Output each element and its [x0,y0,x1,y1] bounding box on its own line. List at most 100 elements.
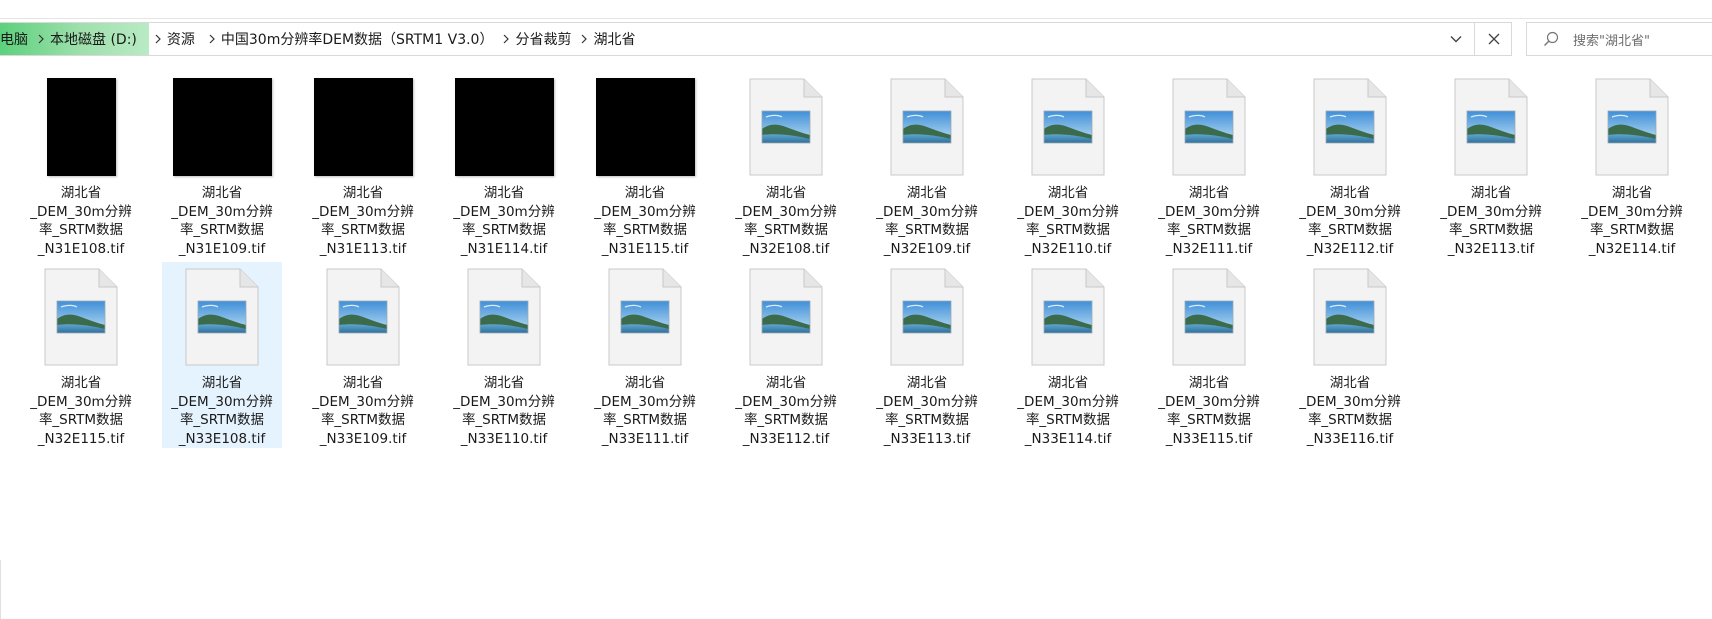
breadcrumb-local-disk[interactable]: 本地磁盘 (D:) [50,23,137,55]
file-item[interactable]: 湖北省 _DEM_30m分辨 率_SRTM数据 _N33E113.tif [867,262,987,448]
file-item[interactable]: 湖北省 _DEM_30m分辨 率_SRTM数据 _N32E115.tif [21,262,141,448]
search-icon [1544,31,1559,46]
file-name: 湖北省 _DEM_30m分辨 率_SRTM数据 _N32E114.tif [1573,184,1691,258]
breadcrumb-hubei[interactable]: 湖北省 [593,23,635,55]
breadcrumb-this-pc[interactable]: 电脑 [0,23,32,55]
file-name-line: _N32E109.tif [883,240,971,257]
image-file-icon [1028,77,1108,177]
file-name-line: _N32E108.tif [742,240,830,257]
file-name-line: _N31E113.tif [319,240,407,257]
file-item[interactable]: 湖北省 _DEM_30m分辨 率_SRTM数据 _N32E110.tif [1008,72,1128,258]
file-item[interactable]: 湖北省 _DEM_30m分辨 率_SRTM数据 _N31E113.tif [303,72,423,258]
file-name: 湖北省 _DEM_30m分辨 率_SRTM数据 _N31E113.tif [304,184,422,258]
file-name: 湖北省 _DEM_30m分辨 率_SRTM数据 _N32E108.tif [727,184,845,258]
file-name-line: _DEM_30m分辨 [312,393,414,410]
file-item[interactable]: 湖北省 _DEM_30m分辨 率_SRTM数据 _N33E109.tif [303,262,423,448]
file-name-line: _N33E110.tif [460,430,548,447]
file-item[interactable]: 湖北省 _DEM_30m分辨 率_SRTM数据 _N32E113.tif [1431,72,1551,258]
file-name-line: _DEM_30m分辨 [1158,393,1260,410]
file-name-line: _N33E113.tif [883,430,971,447]
file-item[interactable]: 湖北省 _DEM_30m分辨 率_SRTM数据 _N33E114.tif [1008,262,1128,448]
image-file-icon [323,267,403,367]
file-name: 湖北省 _DEM_30m分辨 率_SRTM数据 _N32E111.tif [1150,184,1268,258]
chevron-down-icon[interactable] [1440,23,1472,55]
file-name-line: _N33E114.tif [1024,430,1112,447]
file-name-line: 率_SRTM数据 [461,222,547,238]
chevron-right-icon[interactable] [575,23,593,55]
image-file-icon [746,77,826,177]
file-name-line: _DEM_30m分辨 [735,203,837,220]
file-name-line: _N33E112.tif [742,430,830,447]
image-file-icon [887,77,967,177]
file-item[interactable]: 湖北省 _DEM_30m分辨 率_SRTM数据 _N32E108.tif [726,72,846,258]
file-name-line: _DEM_30m分辨 [171,393,273,410]
image-file-icon [887,267,967,367]
address-bar[interactable]: 电脑 本地磁盘 (D:) 资源 中国30m分辨率DEM数据（SRTM1 V3.0… [0,22,1512,56]
chevron-right-icon[interactable] [149,23,167,55]
file-name-line: 湖北省 [624,375,666,391]
file-item[interactable]: 湖北省 _DEM_30m分辨 率_SRTM数据 _N33E115.tif [1149,262,1269,448]
file-name-line: _N33E115.tif [1165,430,1253,447]
file-name-line: _DEM_30m分辨 [876,393,978,410]
file-item[interactable]: 湖北省 _DEM_30m分辨 率_SRTM数据 _N31E108.tif [21,72,141,258]
file-name-line: 湖北省 [1329,185,1371,201]
breadcrumb-resources[interactable]: 资源 [167,23,195,55]
chevron-right-icon[interactable] [203,23,221,55]
file-name-line: 湖北省 [201,375,243,391]
file-name-line: 率_SRTM数据 [602,412,688,428]
file-thumbnail [313,78,413,176]
file-view[interactable]: 湖北省 _DEM_30m分辨 率_SRTM数据 _N31E108.tif 湖北省 _DEM… [0,62,1712,619]
file-name-line: 湖北省 [906,185,948,201]
breadcrumb: 电脑 本地磁盘 (D:) 资源 中国30m分辨率DEM数据（SRTM1 V3.0… [0,23,635,55]
search-input[interactable]: 搜索"湖北省" [1526,22,1712,56]
file-item[interactable]: 湖北省 _DEM_30m分辨 率_SRTM数据 _N32E112.tif [1290,72,1410,258]
file-item[interactable]: 湖北省 _DEM_30m分辨 率_SRTM数据 _N33E108.tif [162,262,282,448]
close-icon[interactable] [1474,22,1512,56]
breadcrumb-dem-data[interactable]: 中国30m分辨率DEM数据（SRTM1 V3.0） [221,23,494,55]
file-item[interactable]: 湖北省 _DEM_30m分辨 率_SRTM数据 _N31E109.tif [162,72,282,258]
file-thumbnail [454,78,554,176]
file-name-line: _N32E113.tif [1447,240,1535,257]
file-name: 湖北省 _DEM_30m分辨 率_SRTM数据 _N33E110.tif [445,374,563,448]
file-name-line: 湖北省 [1329,375,1371,391]
file-name-line: _N33E108.tif [178,430,266,447]
file-name: 湖北省 _DEM_30m分辨 率_SRTM数据 _N31E109.tif [163,184,281,258]
file-item[interactable]: 湖北省 _DEM_30m分辨 率_SRTM数据 _N32E111.tif [1149,72,1269,258]
chevron-right-icon[interactable] [497,23,515,55]
image-file-icon [605,267,685,367]
file-name-line: _DEM_30m分辨 [1299,203,1401,220]
file-name: 湖北省 _DEM_30m分辨 率_SRTM数据 _N33E111.tif [586,374,704,448]
image-file-icon [1310,77,1390,177]
file-item[interactable]: 湖北省 _DEM_30m分辨 率_SRTM数据 _N31E114.tif [444,72,564,258]
breadcrumb-province-clip[interactable]: 分省裁剪 [515,23,571,55]
file-item[interactable]: 湖北省 _DEM_30m分辨 率_SRTM数据 _N32E114.tif [1572,72,1692,258]
file-name-line: _N31E108.tif [37,240,125,257]
file-name-line: 率_SRTM数据 [1166,222,1252,238]
file-item[interactable]: 湖北省 _DEM_30m分辨 率_SRTM数据 _N33E110.tif [444,262,564,448]
file-name-line: 湖北省 [1611,185,1653,201]
file-name-line: 湖北省 [201,185,243,201]
file-name-line: _DEM_30m分辨 [1581,203,1683,220]
file-item[interactable]: 湖北省 _DEM_30m分辨 率_SRTM数据 _N31E115.tif [585,72,705,258]
chevron-right-icon[interactable] [32,23,50,55]
file-name-line: 率_SRTM数据 [884,222,970,238]
address-progress-fill: 电脑 本地磁盘 (D:) [0,23,149,55]
file-name-line: 湖北省 [1470,185,1512,201]
file-name-line: 率_SRTM数据 [884,412,970,428]
file-item[interactable]: 湖北省 _DEM_30m分辨 率_SRTM数据 _N33E111.tif [585,262,705,448]
file-name: 湖北省 _DEM_30m分辨 率_SRTM数据 _N31E108.tif [22,184,140,258]
file-name-line: 率_SRTM数据 [1025,222,1111,238]
file-name-line: _N31E115.tif [601,240,689,257]
file-name-line: _DEM_30m分辨 [30,393,132,410]
image-file-icon [464,267,544,367]
file-name-line: 湖北省 [1047,185,1089,201]
file-name-line: 率_SRTM数据 [1589,222,1675,238]
file-name: 湖北省 _DEM_30m分辨 率_SRTM数据 _N33E116.tif [1291,374,1409,448]
file-item[interactable]: 湖北省 _DEM_30m分辨 率_SRTM数据 _N33E116.tif [1290,262,1410,448]
file-name-line: 湖北省 [483,185,525,201]
file-name-line: 率_SRTM数据 [602,222,688,238]
file-item[interactable]: 湖北省 _DEM_30m分辨 率_SRTM数据 _N32E109.tif [867,72,987,258]
file-name-line: 率_SRTM数据 [743,222,829,238]
file-item[interactable]: 湖北省 _DEM_30m分辨 率_SRTM数据 _N33E112.tif [726,262,846,448]
file-name-line: _DEM_30m分辨 [735,393,837,410]
